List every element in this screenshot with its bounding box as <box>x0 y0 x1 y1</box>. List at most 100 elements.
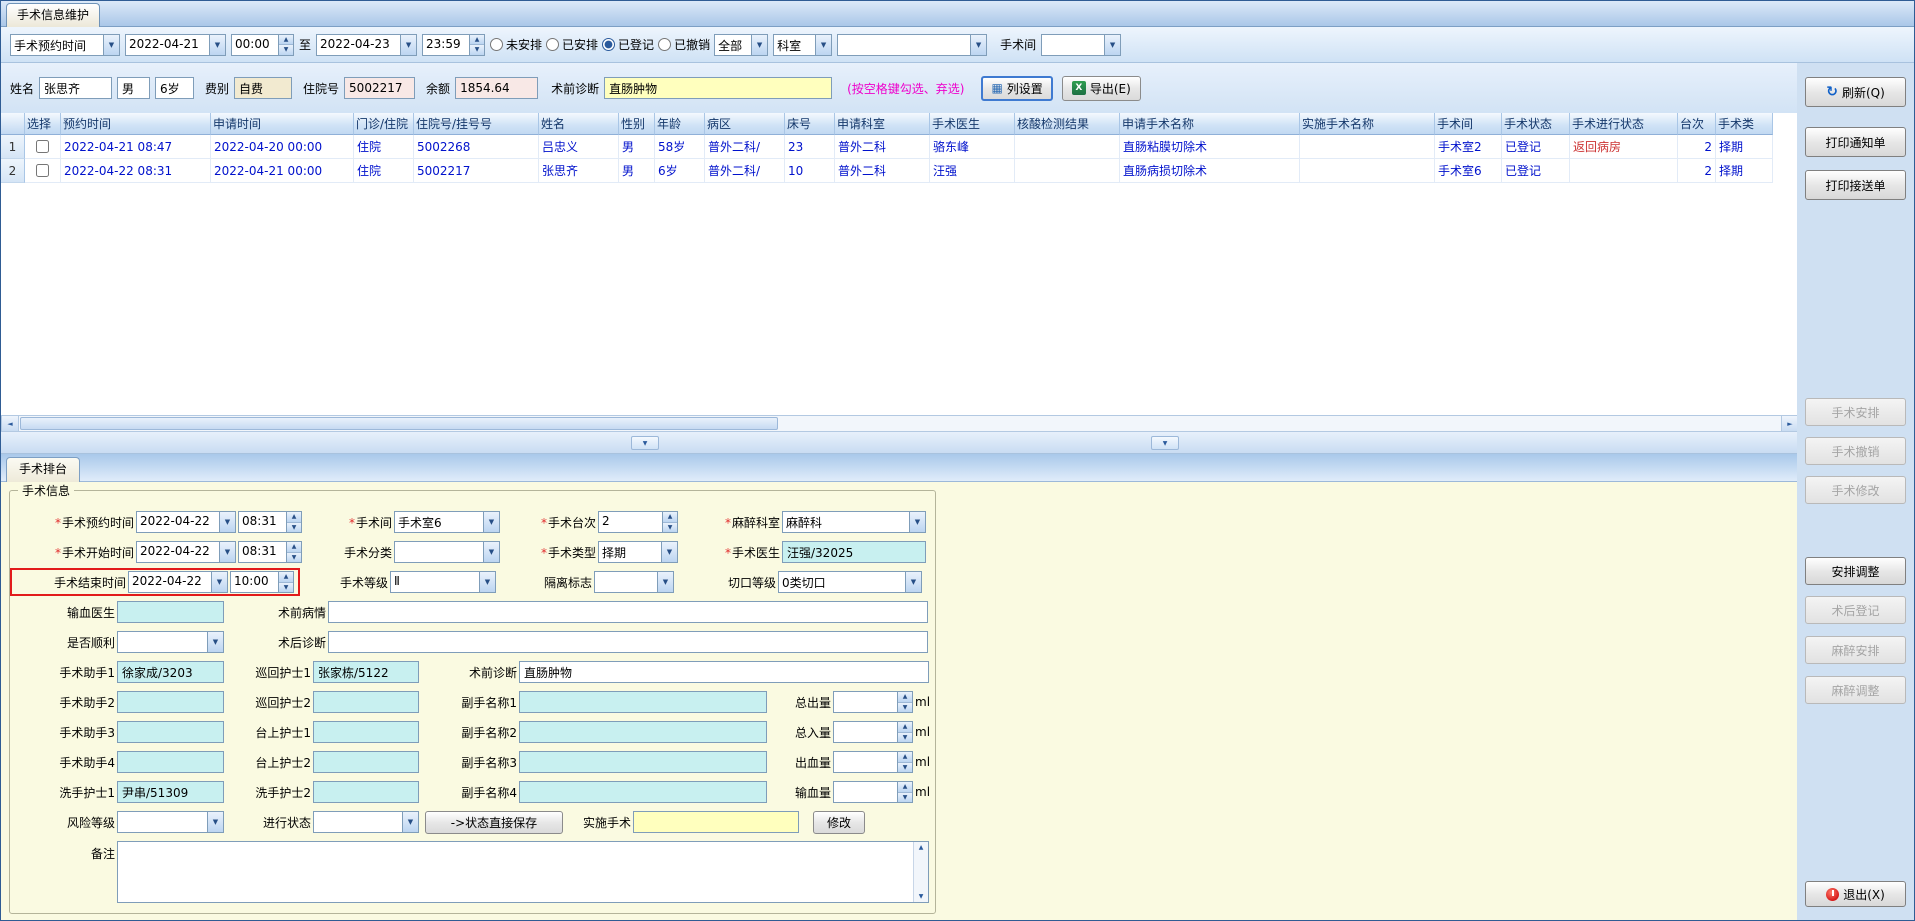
column-settings-button[interactable]: ▦ 列设置 <box>981 75 1053 101</box>
radio-input[interactable] <box>602 38 616 51</box>
chevron-down-icon[interactable]: ▼ <box>219 512 235 532</box>
export-button[interactable]: X 导出(E) <box>1061 75 1141 101</box>
save-state-button[interactable]: ->状态直接保存 <box>425 810 563 834</box>
chevron-down-icon[interactable]: ▼ <box>483 542 499 562</box>
spin-down-icon[interactable]: ▼ <box>279 582 293 592</box>
grid-col-header-8[interactable]: 病区 <box>705 113 785 135</box>
grid-col-header-1[interactable]: 预约时间 <box>61 113 211 135</box>
grade-select[interactable]: Ⅱ ▼ <box>390 571 496 593</box>
assistant1-field[interactable]: 徐家成/3203 <box>117 661 224 683</box>
smooth-select[interactable]: ▼ <box>117 631 224 653</box>
refresh-button[interactable]: ↻ 刷新(Q) <box>1805 77 1906 107</box>
pre-diagnosis-field[interactable]: 直肠肿物 <box>519 661 929 683</box>
incision-select[interactable]: 0类切口 ▼ <box>778 571 922 593</box>
radio-cancelled[interactable]: 已撤销 <box>658 36 710 53</box>
chevron-down-icon[interactable]: ▼ <box>970 34 987 55</box>
end-time-spinner[interactable]: 10:00 ▲ ▼ <box>230 571 294 593</box>
table-nurse2-field[interactable] <box>313 751 419 773</box>
print-escort-button[interactable]: 打印接送单 <box>1805 170 1906 200</box>
grid-col-header-13[interactable]: 申请手术名称 <box>1120 113 1300 135</box>
panel-splitter[interactable]: ▼ ▼ <box>1 432 1799 454</box>
chevron-down-icon[interactable]: ▼ <box>1104 34 1121 55</box>
chevron-down-icon[interactable]: ▼ <box>661 542 677 562</box>
chevron-down-icon[interactable]: ▼ <box>402 812 418 832</box>
chevron-down-icon[interactable]: ▼ <box>211 572 227 592</box>
tab-surgery-info-maintenance[interactable]: 手术信息维护 <box>6 3 101 27</box>
implemented-surgery-field[interactable] <box>633 811 799 833</box>
table-row[interactable]: 2 2022-04-22 08:31 2022-04-21 00:00 住院 50022… <box>1 159 1799 183</box>
total-out-stepper[interactable]: ▲ ▼ <box>833 691 913 713</box>
spin-down-icon[interactable]: ▼ <box>898 762 912 772</box>
radio-input[interactable] <box>658 38 672 51</box>
spin-up-icon[interactable]: ▲ <box>470 34 485 45</box>
anesthesia-dept-select[interactable]: 麻醉科 ▼ <box>782 511 926 533</box>
chevron-down-icon[interactable]: ▼ <box>219 542 235 562</box>
grid-horizontal-scrollbar[interactable]: ◄ ► <box>1 415 1799 432</box>
spin-up-icon[interactable]: ▲ <box>898 782 912 793</box>
grid-col-header-6[interactable]: 性别 <box>619 113 655 135</box>
time-to-spinner[interactable]: 23:59 ▲ ▼ <box>422 33 486 56</box>
radio-input[interactable] <box>546 38 560 51</box>
dept-detail-select[interactable]: ▼ <box>837 33 988 56</box>
grid-col-header-15[interactable]: 手术间 <box>1435 113 1502 135</box>
grid-col-header-2[interactable]: 申请时间 <box>211 113 354 135</box>
chevron-down-icon[interactable]: ▼ <box>207 812 223 832</box>
radio-not-arranged[interactable]: 未安排 <box>490 36 542 53</box>
spin-up-icon[interactable]: ▲ <box>287 542 301 553</box>
grid-col-header-19[interactable]: 手术类 <box>1716 113 1773 135</box>
appointment-time-spinner[interactable]: 08:31 ▲ ▼ <box>238 511 302 533</box>
washing-nurse2-field[interactable] <box>313 781 419 803</box>
surgery-room-select[interactable]: 手术室6 ▼ <box>394 511 500 533</box>
sub-name2-field[interactable] <box>519 721 767 743</box>
sub-name3-field[interactable] <box>519 751 767 773</box>
grid-col-header-0[interactable]: 选择 <box>25 113 61 135</box>
bleeding-stepper[interactable]: ▲ ▼ <box>833 751 913 773</box>
chevron-down-icon[interactable]: ▼ <box>207 632 223 652</box>
circulating-nurse2-field[interactable] <box>313 691 419 713</box>
dept-select[interactable]: 科室 ▼ <box>773 33 833 56</box>
grid-col-header-3[interactable]: 门诊/住院 <box>354 113 414 135</box>
chevron-down-icon[interactable]: ▼ <box>400 34 417 55</box>
grid-col-header-18[interactable]: 台次 <box>1678 113 1716 135</box>
chevron-down-icon[interactable]: ▼ <box>483 512 499 532</box>
end-date-picker[interactable]: 2022-04-22 ▼ <box>128 571 228 593</box>
spin-down-icon[interactable]: ▼ <box>663 522 677 532</box>
assistant3-field[interactable] <box>117 721 224 743</box>
grid-col-header-5[interactable]: 姓名 <box>539 113 619 135</box>
grid-col-header-16[interactable]: 手术状态 <box>1502 113 1570 135</box>
transfusion-vol-stepper[interactable]: ▲ ▼ <box>833 781 913 803</box>
admission-no-field[interactable]: 5002217 <box>344 77 416 99</box>
spin-up-icon[interactable]: ▲ <box>663 512 677 523</box>
table-nurse1-field[interactable] <box>313 721 419 743</box>
assistant4-field[interactable] <box>117 751 224 773</box>
row-select-checkbox[interactable] <box>36 164 49 177</box>
splitter-collapse-icon[interactable]: ▼ <box>631 436 659 450</box>
spin-up-icon[interactable]: ▲ <box>898 752 912 763</box>
grid-col-header-11[interactable]: 手术医生 <box>930 113 1015 135</box>
chevron-down-icon[interactable]: ▼ <box>815 34 832 55</box>
grid-col-header-14[interactable]: 实施手术名称 <box>1300 113 1435 135</box>
grid-col-header-17[interactable]: 手术进行状态 <box>1570 113 1678 135</box>
pre-condition-field[interactable] <box>328 601 928 623</box>
spin-down-icon[interactable]: ▼ <box>287 552 301 562</box>
grid-col-header-12[interactable]: 核酸检测结果 <box>1015 113 1120 135</box>
chevron-down-icon[interactable]: ▼ <box>657 572 673 592</box>
chevron-down-icon[interactable]: ▼ <box>103 34 119 55</box>
table-no-stepper[interactable]: 2 ▲ ▼ <box>598 511 678 533</box>
scroll-right-icon[interactable]: ► <box>1781 416 1798 431</box>
risk-select[interactable]: ▼ <box>117 811 224 833</box>
isolation-select[interactable]: ▼ <box>594 571 674 593</box>
start-time-spinner[interactable]: 08:31 ▲ ▼ <box>238 541 302 563</box>
post-diagnosis-field[interactable] <box>328 631 928 653</box>
scope-select[interactable]: 全部 ▼ <box>714 33 769 56</box>
arrange-adjust-button[interactable]: 安排调整 <box>1805 557 1906 585</box>
remark-textarea[interactable]: ▲ ▼ <box>117 841 929 903</box>
chevron-down-icon[interactable]: ▼ <box>209 34 225 55</box>
chevron-down-icon[interactable]: ▼ <box>751 34 768 55</box>
spin-up-icon[interactable]: ▲ <box>898 722 912 733</box>
date-from-picker[interactable]: 2022-04-21 ▼ <box>125 33 226 56</box>
memo-scrollbar[interactable]: ▲ ▼ <box>913 842 928 902</box>
splitter-collapse-icon[interactable]: ▼ <box>1151 436 1179 450</box>
category-select[interactable]: ▼ <box>394 541 500 563</box>
grid-col-header-10[interactable]: 申请科室 <box>835 113 930 135</box>
